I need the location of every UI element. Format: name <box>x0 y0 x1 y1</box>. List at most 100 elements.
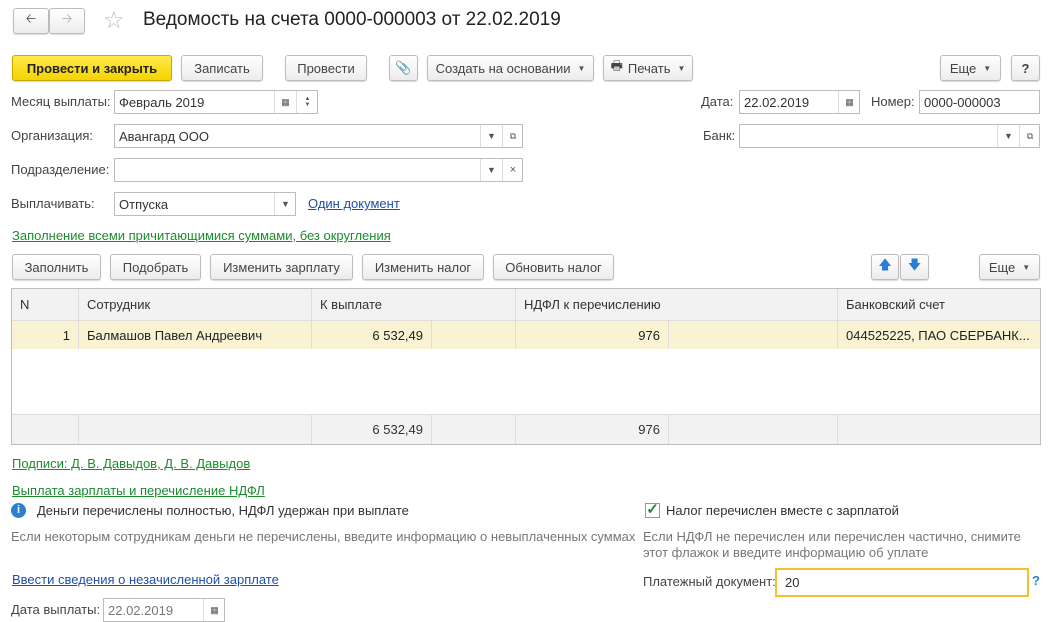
caret-down-icon: ▼ <box>577 63 586 73</box>
post-and-close-button[interactable]: Провести и закрыть <box>12 55 172 81</box>
dropdown-icon[interactable]: ▼ <box>480 125 502 147</box>
dropdown-icon[interactable]: ▼ <box>274 193 296 215</box>
paydate-label: Дата выплаты: <box>11 602 101 617</box>
info-text: Деньги перечислены полностью, НДФЛ удерж… <box>37 503 409 518</box>
move-down-button[interactable]: 🡇 <box>900 254 929 280</box>
row-n: 1 <box>12 321 79 349</box>
save-button[interactable]: Записать <box>181 55 263 81</box>
arrow-left-icon: 🡠 <box>25 11 37 26</box>
row-empty <box>432 321 516 349</box>
post-button[interactable]: Провести <box>285 55 367 81</box>
footer-empty <box>79 415 312 444</box>
payment-link[interactable]: Выплата зарплаты и перечисление НДФЛ <box>12 483 265 499</box>
caret-down-icon: ▼ <box>677 63 686 73</box>
row-employee: Балмашов Павел Андреевич <box>79 321 312 349</box>
month-field[interactable]: Февраль 2019 ▦ ▲ ▼ <box>114 90 318 114</box>
footer-empty <box>669 415 838 444</box>
row-account: 044525225, ПАО СБЕРБАНК... <box>846 327 1030 343</box>
pay-field[interactable]: Отпуска ▼ <box>114 192 296 216</box>
col-account[interactable]: Банковский счет <box>838 289 1040 320</box>
row-to-pay: 6 532,49 <box>312 321 432 349</box>
forward-button[interactable]: 🡢 <box>49 8 85 34</box>
hint-right-2: этот флажок и введите информацию об упла… <box>643 545 929 560</box>
col-employee[interactable]: Сотрудник <box>79 289 312 320</box>
total-ndfl: 976 <box>516 415 669 444</box>
tax-checkbox-label[interactable]: Налог перечислен вместе с зарплатой <box>666 503 899 519</box>
create-based-button[interactable]: Создать на основании ▼ <box>427 55 594 81</box>
total-to-pay: 6 532,49 <box>312 415 432 444</box>
page-title: Ведомость на счета 0000-000003 от 22.02.… <box>143 9 561 30</box>
bank-label: Банк: <box>703 128 736 143</box>
paydoc-help[interactable]: ? <box>1032 573 1040 588</box>
dept-field[interactable]: ▼ × <box>114 158 523 182</box>
caret-down-icon: ▼ <box>1022 262 1031 272</box>
hint-left: Если некоторым сотрудникам деньги не пер… <box>11 529 636 544</box>
arrow-right-icon: 🡢 <box>61 11 73 26</box>
change-tax-button[interactable]: Изменить налог <box>362 254 484 280</box>
calendar-icon[interactable]: ▦ <box>274 91 296 113</box>
org-label: Организация: <box>11 128 94 143</box>
number-field[interactable]: 0000-000003 <box>919 90 1040 114</box>
signatures-link[interactable]: Подписи: Д. В. Давыдов, Д. В. Давыдов <box>12 456 250 472</box>
dropdown-icon[interactable]: ▼ <box>997 125 1019 147</box>
month-value: Февраль 2019 <box>119 94 205 110</box>
open-icon[interactable]: ⧉ <box>1019 125 1040 147</box>
month-label: Месяц выплаты: <box>11 94 111 109</box>
attach-button[interactable]: 📎 <box>389 55 418 81</box>
clear-icon[interactable]: × <box>502 159 523 181</box>
col-ndfl[interactable]: НДФЛ к перечислению <box>516 289 838 320</box>
tax-checkbox[interactable]: ✓ <box>645 502 660 518</box>
table-footer: 6 532,49 976 <box>12 414 1040 444</box>
col-to-pay[interactable]: К выплате <box>312 289 516 320</box>
bank-field[interactable]: ▼ ⧉ <box>739 124 1040 148</box>
info-icon: i <box>11 503 26 518</box>
print-label: Печать <box>627 60 671 76</box>
more-label: Еще <box>949 60 977 76</box>
fill-button[interactable]: Заполнить <box>12 254 101 280</box>
arrow-up-icon: 🡅 <box>878 257 892 272</box>
footer-empty <box>432 415 516 444</box>
org-field[interactable]: Авангард ООО ▼ ⧉ <box>114 124 523 148</box>
paydoc-label: Платежный документ: <box>643 574 776 589</box>
back-button[interactable]: 🡠 <box>13 8 49 34</box>
move-up-button[interactable]: 🡅 <box>871 254 899 280</box>
print-button[interactable]: 🖶 Печать ▼ <box>603 55 693 81</box>
number-label: Номер: <box>871 94 915 109</box>
paydate-value: 22.02.2019 <box>108 602 174 618</box>
printer-icon: 🖶 <box>610 58 623 73</box>
table-more-button[interactable]: Еще ▼ <box>979 254 1040 280</box>
help-button[interactable]: ? <box>1011 55 1040 81</box>
pick-button[interactable]: Подобрать <box>110 254 201 280</box>
employees-table: N Сотрудник К выплате НДФЛ к перечислени… <box>11 288 1041 445</box>
paydate-field[interactable]: 22.02.2019 ▦ <box>103 598 225 622</box>
org-value: Авангард ООО <box>119 128 209 144</box>
row-empty <box>669 321 838 349</box>
change-salary-button[interactable]: Изменить зарплату <box>210 254 353 280</box>
star-icon[interactable]: ☆ <box>103 6 125 35</box>
date-field[interactable]: 22.02.2019 ▦ <box>739 90 860 114</box>
caret-down-icon: ▼ <box>983 63 992 73</box>
dept-label: Подразделение: <box>11 162 110 177</box>
pay-label: Выплачивать: <box>11 196 95 211</box>
table-header: N Сотрудник К выплате НДФЛ к перечислени… <box>12 289 1040 321</box>
arrow-down-icon: 🡇 <box>907 257 922 272</box>
footer-empty <box>12 415 79 444</box>
col-n[interactable]: N <box>12 289 79 320</box>
paydoc-input[interactable]: 20 <box>775 568 1029 597</box>
date-value: 22.02.2019 <box>744 94 810 110</box>
more-button[interactable]: Еще ▼ <box>940 55 1001 81</box>
calendar-icon[interactable]: ▦ <box>838 91 860 113</box>
calendar-icon[interactable]: ▦ <box>203 599 225 621</box>
paperclip-icon: 📎 <box>395 60 412 75</box>
dropdown-icon[interactable]: ▼ <box>480 159 502 181</box>
open-icon[interactable]: ⧉ <box>502 125 523 147</box>
row-ndfl: 976 <box>516 321 669 349</box>
pay-value: Отпуска <box>119 196 169 212</box>
update-tax-button[interactable]: Обновить налог <box>493 254 614 280</box>
table-row[interactable]: 1 Балмашов Павел Андреевич 6 532,49 976 … <box>12 321 1040 349</box>
fill-mode-link[interactable]: Заполнение всеми причитающимися суммами,… <box>12 228 391 244</box>
spinner[interactable]: ▲ ▼ <box>296 91 318 113</box>
unpaid-salary-link[interactable]: Ввести сведения о незачисленной зарплате <box>12 572 279 588</box>
hint-right-1: Если НДФЛ не перечислен или перечислен ч… <box>643 529 1021 544</box>
one-document-link[interactable]: Один документ <box>308 196 400 212</box>
